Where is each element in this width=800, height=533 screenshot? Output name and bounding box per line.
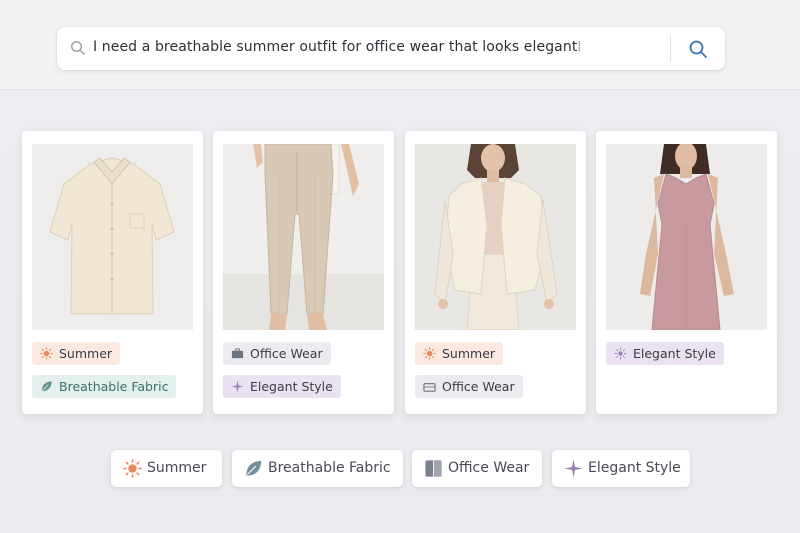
product-tag: Office Wear: [223, 342, 331, 365]
search-input[interactable]: I need a breathable summer outfit for of…: [93, 39, 581, 55]
briefcase-icon: [231, 348, 244, 359]
leaf-icon: [41, 381, 52, 392]
product-tag: Elegant Style: [223, 375, 341, 398]
filter-chip-office-wear[interactable]: Office Wear: [412, 450, 542, 487]
briefcase-icon: [425, 460, 442, 477]
sun-icon: [123, 459, 142, 478]
search-button[interactable]: [685, 36, 711, 62]
product-tag-label: Breathable Fabric: [59, 379, 169, 394]
product-tag: Breathable Fabric: [32, 375, 177, 398]
product-card[interactable]: Elegant Style: [596, 131, 777, 414]
sun-icon: [40, 347, 53, 360]
search-bar[interactable]: I need a breathable summer outfit for of…: [57, 27, 725, 70]
product-tag: Office Wear: [415, 375, 523, 398]
filter-chip-label: Breathable Fabric: [268, 460, 391, 476]
product-image-pink-sheath-dress[interactable]: [606, 144, 767, 330]
leaf-icon: [246, 460, 262, 476]
text-cursor: |: [577, 39, 582, 52]
search-query-text: I need a breathable summer outfit for of…: [93, 39, 578, 55]
filter-chip-elegant-style[interactable]: Elegant Style: [552, 450, 690, 487]
search-icon: [70, 40, 85, 55]
filter-chip-summer[interactable]: Summer: [111, 450, 222, 487]
product-tag-label: Summer: [59, 346, 113, 361]
briefcase-icon: [423, 383, 436, 392]
product-tag-label: Summer: [442, 346, 496, 361]
product-tag-label: Office Wear: [442, 379, 515, 394]
product-card[interactable]: Office Wear Elegant Style: [213, 131, 394, 414]
product-image-beige-trousers[interactable]: [223, 144, 384, 330]
product-tag: Elegant Style: [606, 342, 724, 365]
product-card[interactable]: Summer Breathable Fabric: [22, 131, 203, 414]
filter-chip-label: Summer: [147, 460, 207, 476]
product-tag-label: Office Wear: [250, 346, 323, 361]
product-card[interactable]: Summer Office Wear: [405, 131, 586, 414]
filter-chip-breathable-fabric[interactable]: Breathable Fabric: [232, 450, 403, 487]
sparkle-icon: [564, 459, 583, 478]
product-tag-label: Elegant Style: [633, 346, 716, 361]
sun-icon: [423, 347, 436, 360]
sparkle-icon: [231, 380, 244, 393]
product-tag: Summer: [32, 342, 121, 365]
search-divider: [670, 35, 671, 62]
filter-chip-label: Elegant Style: [588, 460, 681, 476]
product-image-linen-shirt[interactable]: [32, 144, 193, 330]
product-tag: Summer: [415, 342, 504, 365]
product-image-cream-blazer-outfit[interactable]: [415, 144, 576, 330]
product-tag-label: Elegant Style: [250, 379, 333, 394]
sparkle-icon: [614, 347, 627, 360]
filter-chip-label: Office Wear: [448, 460, 530, 476]
